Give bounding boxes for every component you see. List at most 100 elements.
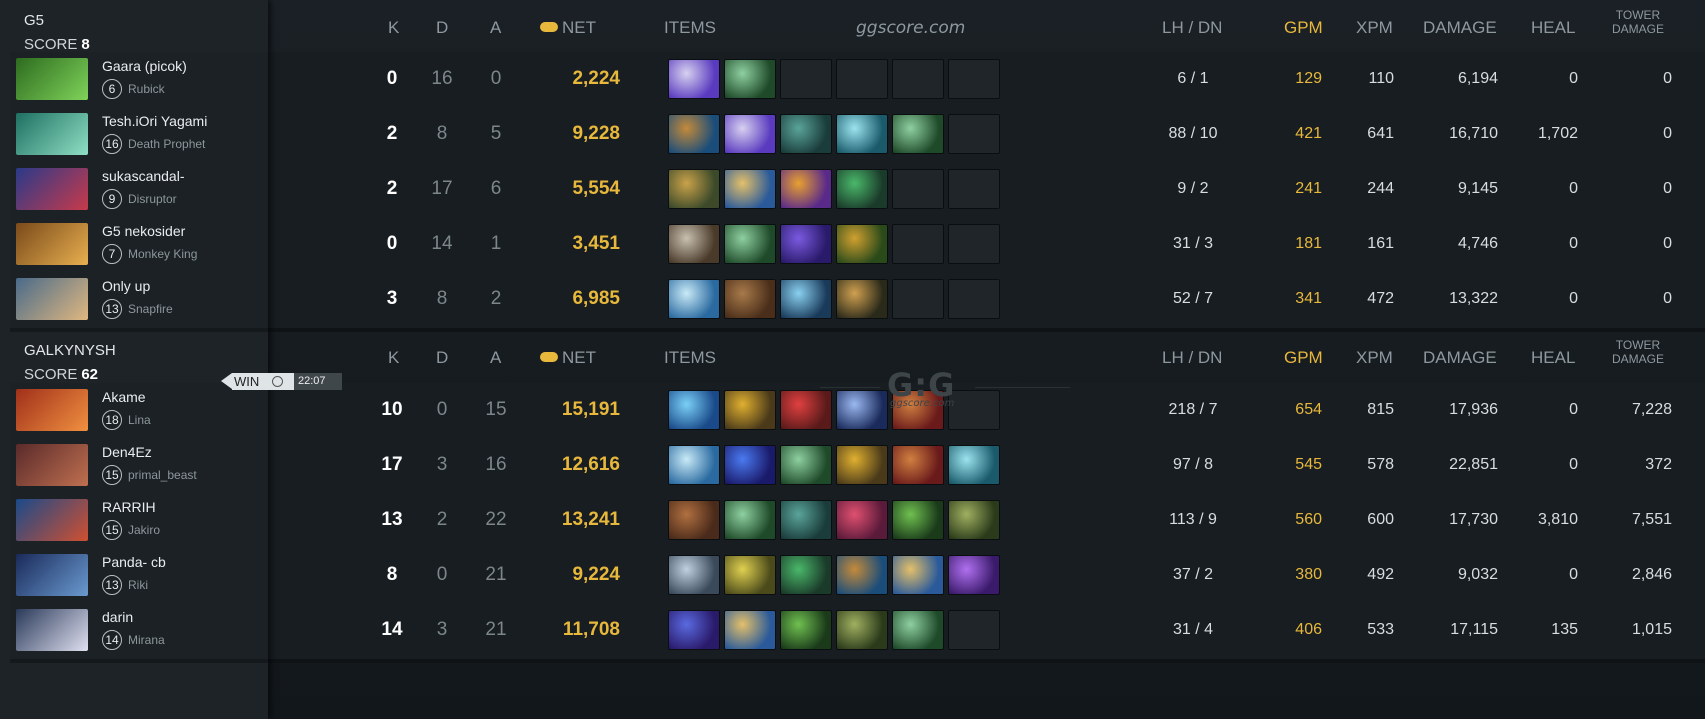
player-name[interactable]: darin bbox=[102, 609, 133, 625]
item-icon[interactable] bbox=[668, 500, 720, 540]
item-icon[interactable] bbox=[668, 555, 720, 595]
item-icon[interactable] bbox=[724, 279, 776, 319]
player-name[interactable]: Panda- cb bbox=[102, 554, 166, 570]
player-card[interactable]: darin 14 Mirana bbox=[10, 603, 268, 663]
empty-item-slot bbox=[948, 224, 1000, 264]
item-icon[interactable] bbox=[724, 555, 776, 595]
item-icon[interactable] bbox=[668, 390, 720, 430]
item-icon[interactable] bbox=[668, 610, 720, 650]
item-icon[interactable] bbox=[836, 390, 888, 430]
player-stats-row: 17 3 16 12,616 97 / 8 545 578 22,851 0 372 bbox=[268, 438, 1705, 498]
deaths: 3 bbox=[436, 619, 448, 640]
column-header: K D A ITEMS LH / DN GPM XPM DAMAGE HEAL NET TOWER D… bbox=[268, 0, 1705, 57]
player-name[interactable]: Only up bbox=[102, 278, 150, 294]
item-icon[interactable] bbox=[668, 114, 720, 154]
item-icon[interactable] bbox=[724, 610, 776, 650]
player-card[interactable]: Panda- cb 13 Riki bbox=[10, 548, 268, 608]
item-icon[interactable] bbox=[836, 169, 888, 209]
item-icon[interactable] bbox=[780, 114, 832, 154]
item-icon[interactable] bbox=[948, 555, 1000, 595]
player-name[interactable]: RARRIH bbox=[102, 499, 156, 515]
coins-icon bbox=[540, 352, 558, 362]
player-name[interactable]: G5 nekosider bbox=[102, 223, 185, 239]
col-net: NET bbox=[540, 348, 596, 368]
player-card[interactable]: Gaara (picok) 6 Rubick bbox=[10, 52, 268, 112]
col-xpm: XPM bbox=[1356, 348, 1393, 367]
empty-item-slot bbox=[892, 279, 944, 319]
hero-name: Lina bbox=[128, 413, 151, 427]
deaths: 17 bbox=[431, 178, 453, 199]
col-k: K bbox=[388, 18, 400, 37]
item-icon[interactable] bbox=[780, 610, 832, 650]
item-icon[interactable] bbox=[724, 224, 776, 264]
hero-name: Snapfire bbox=[128, 302, 173, 316]
item-icon[interactable] bbox=[780, 169, 832, 209]
col-net-label: NET bbox=[562, 18, 596, 37]
item-icon[interactable] bbox=[780, 445, 832, 485]
item-icon[interactable] bbox=[668, 279, 720, 319]
col-tower-line1: TOWER bbox=[1615, 338, 1661, 352]
win-badge: 22:07 WIN bbox=[221, 373, 342, 390]
item-icon[interactable] bbox=[668, 445, 720, 485]
item-icon[interactable] bbox=[948, 445, 1000, 485]
player-card[interactable]: Akame 18 Lina bbox=[10, 383, 268, 443]
tower-damage-value: 372 bbox=[1645, 456, 1672, 473]
player-card[interactable]: G5 nekosider 7 Monkey King bbox=[10, 217, 268, 277]
player-name[interactable]: Den4Ez bbox=[102, 444, 152, 460]
hero-name: Mirana bbox=[128, 633, 165, 647]
score-value: 62 bbox=[81, 366, 99, 383]
item-icon[interactable] bbox=[948, 500, 1000, 540]
player-card[interactable]: Den4Ez 15 primal_beast bbox=[10, 438, 268, 498]
item-icon[interactable] bbox=[780, 279, 832, 319]
item-icon[interactable] bbox=[836, 445, 888, 485]
item-icon[interactable] bbox=[780, 500, 832, 540]
item-icon[interactable] bbox=[892, 445, 944, 485]
item-icon[interactable] bbox=[668, 59, 720, 99]
col-heal: HEAL bbox=[1531, 18, 1576, 37]
win-label: WIN bbox=[234, 374, 260, 389]
item-icon[interactable] bbox=[892, 610, 944, 650]
player-card[interactable]: Tesh.iOri Yagami 16 Death Prophet bbox=[10, 107, 268, 167]
deaths: 8 bbox=[436, 123, 448, 144]
item-icon[interactable] bbox=[836, 279, 888, 319]
item-icon[interactable] bbox=[724, 169, 776, 209]
tower-damage-value: 0 bbox=[1663, 235, 1672, 252]
item-icon[interactable] bbox=[668, 169, 720, 209]
deaths: 2 bbox=[436, 509, 448, 530]
item-icon[interactable] bbox=[668, 224, 720, 264]
item-icon[interactable] bbox=[780, 555, 832, 595]
item-icon[interactable] bbox=[780, 224, 832, 264]
player-card[interactable]: sukascandal- 9 Disruptor bbox=[10, 162, 268, 222]
net-worth: 5,554 bbox=[572, 178, 620, 199]
item-icon[interactable] bbox=[724, 114, 776, 154]
item-icon[interactable] bbox=[836, 555, 888, 595]
item-icon[interactable] bbox=[724, 390, 776, 430]
item-icon[interactable] bbox=[724, 500, 776, 540]
item-icon[interactable] bbox=[892, 555, 944, 595]
item-icon[interactable] bbox=[836, 500, 888, 540]
player-card[interactable]: Only up 13 Snapfire bbox=[10, 272, 268, 332]
item-icon[interactable] bbox=[836, 224, 888, 264]
item-icon[interactable] bbox=[724, 445, 776, 485]
item-icon[interactable] bbox=[892, 500, 944, 540]
player-name[interactable]: Gaara (picok) bbox=[102, 58, 187, 74]
item-icon[interactable] bbox=[836, 114, 888, 154]
xpm-value: 578 bbox=[1367, 456, 1394, 473]
col-xpm: XPM bbox=[1356, 18, 1393, 37]
item-icon[interactable] bbox=[780, 390, 832, 430]
player-name[interactable]: sukascandal- bbox=[102, 168, 185, 184]
empty-item-slot bbox=[948, 279, 1000, 319]
player-name[interactable]: Tesh.iOri Yagami bbox=[102, 113, 207, 129]
item-icon[interactable] bbox=[892, 114, 944, 154]
col-d: D bbox=[436, 18, 449, 37]
hero-level: 15 bbox=[102, 520, 122, 540]
player-name[interactable]: Akame bbox=[102, 389, 146, 405]
tower-damage-value: 1,015 bbox=[1631, 621, 1672, 638]
item-icon[interactable] bbox=[836, 610, 888, 650]
player-card[interactable]: RARRIH 15 Jakiro bbox=[10, 493, 268, 553]
tower-damage-value: 7,228 bbox=[1631, 401, 1672, 418]
hero-name: primal_beast bbox=[128, 468, 197, 482]
player-stats-row: 0 14 1 3,451 31 / 3 181 161 4,746 0 0 bbox=[268, 217, 1705, 277]
item-icon[interactable] bbox=[724, 59, 776, 99]
team-score: SCORE 8 bbox=[24, 36, 90, 53]
